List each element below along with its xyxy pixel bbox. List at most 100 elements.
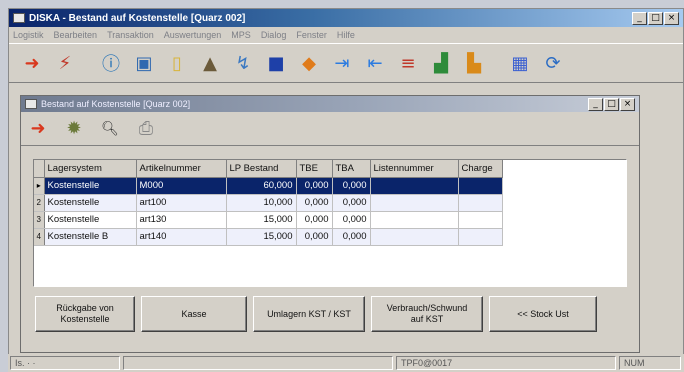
return-from-costcenter-button[interactable]: Rückgabe von Kostenstelle — [35, 296, 135, 332]
child-window-icon — [25, 99, 37, 109]
column-header-charge[interactable]: Charge — [458, 160, 503, 178]
grid-icon[interactable]: ▦ — [507, 50, 533, 76]
main-titlebar[interactable]: DISKA - Bestand auf Kostenstelle [Quarz … — [9, 9, 683, 27]
cell-tba[interactable]: 0,000 — [332, 177, 371, 195]
cell-tbe[interactable]: 0,000 — [296, 194, 333, 212]
row-indicator: 3 — [34, 211, 45, 229]
child-window-title: Bestand auf Kostenstelle [Quarz 002] — [41, 99, 191, 109]
status-pane-empty — [123, 356, 393, 370]
cell-listennummer[interactable] — [370, 177, 459, 195]
menu-mps[interactable]: MPS — [231, 30, 251, 40]
column-header-artikelnummer[interactable]: Artikelnummer — [136, 160, 227, 178]
row-header-corner — [34, 160, 45, 178]
cell-artikelnummer[interactable]: M000 — [136, 177, 227, 195]
import-icon[interactable]: ⇥ — [329, 50, 355, 76]
status-pane-left: Is. · · — [10, 356, 120, 370]
cell-lagersystem[interactable]: Kostenstelle B — [44, 228, 137, 246]
export-icon[interactable]: ⇤ — [362, 50, 388, 76]
cell-artikelnummer[interactable]: art100 — [136, 194, 227, 212]
cell-tba[interactable]: 0,000 — [332, 194, 371, 212]
status-pane-connection: TPF0@0017 — [396, 356, 616, 370]
status-pane-numlock: NUM — [619, 356, 681, 370]
flow-icon[interactable]: ↯ — [230, 50, 256, 76]
close-button[interactable]: × — [664, 11, 679, 25]
table-row[interactable]: 4 Kostenstelle B art140 15,000 0,000 0,0… — [34, 228, 503, 246]
cell-lp-bestand[interactable]: 10,000 — [226, 194, 297, 212]
go-arrow-icon[interactable]: ➜ — [19, 50, 45, 76]
menu-transaktion[interactable]: Transaktion — [107, 30, 154, 40]
stock-list-button[interactable]: << Stock Ust — [489, 296, 597, 332]
list-icon[interactable]: ≡ — [395, 50, 421, 76]
cell-lagersystem[interactable]: Kostenstelle — [44, 211, 137, 229]
status-bar: Is. · · TPF0@0017 NUM — [8, 354, 684, 372]
child-minimize-button[interactable]: _ — [588, 97, 603, 111]
child-close-button[interactable]: × — [620, 97, 635, 111]
transfer-kst-button[interactable]: Umlagern KST / KST — [253, 296, 365, 332]
cell-artikelnummer[interactable]: art140 — [136, 228, 227, 246]
menu-logistik[interactable]: Logistik — [13, 30, 44, 40]
column-header-lp-bestand[interactable]: LP Bestand — [226, 160, 297, 178]
child-window: Bestand auf Kostenstelle [Quarz 002] _ □… — [20, 95, 640, 353]
column-header-lagersystem[interactable]: Lagersystem — [44, 160, 137, 178]
document-icon[interactable]: ▯ — [164, 50, 190, 76]
cell-tbe[interactable]: 0,000 — [296, 177, 333, 195]
window-controls: _ □ × — [632, 11, 679, 25]
cell-listennummer[interactable] — [370, 194, 459, 212]
stock-table[interactable]: Lagersystem Artikelnummer LP Bestand TBE… — [33, 159, 627, 287]
cell-lp-bestand[interactable]: 15,000 — [226, 211, 297, 229]
truck-icon[interactable]: ▲ — [197, 50, 223, 76]
cell-lp-bestand[interactable]: 60,000 — [226, 177, 297, 195]
column-header-tba[interactable]: TBA — [332, 160, 371, 178]
table-row[interactable]: 2 Kostenstelle art100 10,000 0,000 0,000 — [34, 194, 503, 212]
preview-icon[interactable]: 🔍︎ — [97, 116, 123, 142]
maximize-button[interactable]: □ — [648, 11, 663, 25]
cell-tba[interactable]: 0,000 — [332, 211, 371, 229]
child-titlebar[interactable]: Bestand auf Kostenstelle [Quarz 002] _ □… — [21, 96, 639, 112]
table-row[interactable]: ▸ Kostenstelle M000 60,000 0,000 0,000 — [34, 177, 503, 195]
go-arrow-icon[interactable]: ➜ — [25, 116, 51, 142]
refresh-icon[interactable]: ⚡ — [52, 50, 78, 76]
cell-charge[interactable] — [458, 211, 503, 229]
window-title: DISKA - Bestand auf Kostenstelle [Quarz … — [29, 12, 246, 24]
lock-icon[interactable]: ▣ — [131, 50, 157, 76]
cell-charge[interactable] — [458, 177, 503, 195]
row-indicator: 4 — [34, 228, 45, 246]
cell-charge[interactable] — [458, 194, 503, 212]
table-row[interactable]: 3 Kostenstelle art130 15,000 0,000 0,000 — [34, 211, 503, 229]
shapes-icon[interactable]: ◆ — [296, 50, 322, 76]
chart-icon[interactable]: ▟ — [428, 50, 454, 76]
row-indicator: ▸ — [34, 177, 45, 195]
child-window-controls: _ □ × — [588, 97, 635, 111]
rotate-icon[interactable]: ⟳ — [540, 50, 566, 76]
child-maximize-button[interactable]: □ — [604, 97, 619, 111]
table-header-row: Lagersystem Artikelnummer LP Bestand TBE… — [34, 160, 503, 178]
menu-dialog[interactable]: Dialog — [261, 30, 287, 40]
cell-charge[interactable] — [458, 228, 503, 246]
cell-tbe[interactable]: 0,000 — [296, 211, 333, 229]
cell-lagersystem[interactable]: Kostenstelle — [44, 194, 137, 212]
column-header-listennummer[interactable]: Listennummer — [370, 160, 459, 178]
menu-hilfe[interactable]: Hilfe — [337, 30, 355, 40]
cell-tba[interactable]: 0,000 — [332, 228, 371, 246]
menu-auswertungen[interactable]: Auswertungen — [164, 30, 222, 40]
toolbar-separator — [85, 50, 91, 76]
printer-icon[interactable]: ⎙ — [133, 116, 159, 142]
camera-icon[interactable]: ■ — [263, 50, 289, 76]
minimize-button[interactable]: _ — [632, 11, 647, 25]
menu-fenster[interactable]: Fenster — [296, 30, 327, 40]
cell-lp-bestand[interactable]: 15,000 — [226, 228, 297, 246]
kasse-button[interactable]: Kasse — [141, 296, 247, 332]
toolbar-separator — [494, 50, 500, 76]
action-button-row: Rückgabe von Kostenstelle Kasse Umlagern… — [35, 296, 597, 332]
cell-listennummer[interactable] — [370, 211, 459, 229]
consumption-button[interactable]: Verbrauch/Schwund auf KST — [371, 296, 483, 332]
menu-bearbeiten[interactable]: Bearbeiten — [54, 30, 98, 40]
report-icon[interactable]: ▙ — [461, 50, 487, 76]
gear-icon[interactable]: ✹ — [61, 116, 87, 142]
cell-lagersystem[interactable]: Kostenstelle — [44, 177, 137, 195]
column-header-tbe[interactable]: TBE — [296, 160, 333, 178]
cell-tbe[interactable]: 0,000 — [296, 228, 333, 246]
info-icon[interactable]: ⓘ — [98, 50, 124, 76]
cell-artikelnummer[interactable]: art130 — [136, 211, 227, 229]
cell-listennummer[interactable] — [370, 228, 459, 246]
